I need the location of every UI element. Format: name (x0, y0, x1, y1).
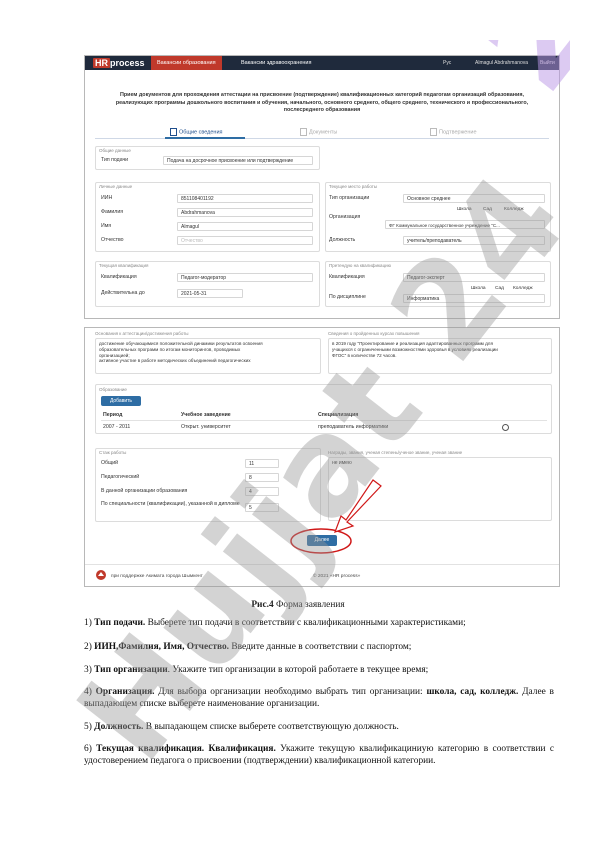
personal-box-title: Личные данные (99, 184, 133, 189)
doc-icon (170, 128, 177, 136)
valid-date-field[interactable]: 2021-05-31 (177, 289, 243, 298)
valid-label: Действительна до (101, 290, 145, 296)
current-qual-box-title: Текущая квалификация (99, 263, 149, 268)
iin-field[interactable]: 851108401192 (177, 194, 313, 203)
qual-label: Квалификация (101, 274, 137, 280)
qual-select[interactable]: Педагог-модератор (177, 273, 313, 282)
type-label: Тип подачи (101, 157, 129, 163)
general-box-title: Общие данные (99, 148, 131, 153)
steps-active-bar (165, 137, 245, 139)
patronymic-field[interactable]: Отчество (177, 236, 313, 245)
nav-tab-education[interactable]: Вакансии образования (151, 56, 222, 70)
surname-label: Фамилия (101, 209, 124, 215)
iin-label: ИИН (101, 195, 113, 201)
name-label: Имя (101, 223, 112, 229)
name-field[interactable]: Almagul (177, 222, 313, 231)
type-select[interactable]: Подача на досрочное присвоение или подтв… (163, 156, 313, 165)
step-general[interactable]: Общие сведения (170, 128, 223, 136)
patronymic-label: Отчество (101, 237, 124, 243)
surname-field[interactable]: Abdrahmanova (177, 208, 313, 217)
nav-tab-health[interactable]: Вакансии здравоохранения (235, 56, 317, 70)
app-logo: HR process (93, 58, 145, 68)
watermark-purple-tail: Hujjat 24 (330, 40, 570, 370)
shymkent-logo-icon (95, 568, 107, 580)
doc-icon (300, 128, 307, 136)
